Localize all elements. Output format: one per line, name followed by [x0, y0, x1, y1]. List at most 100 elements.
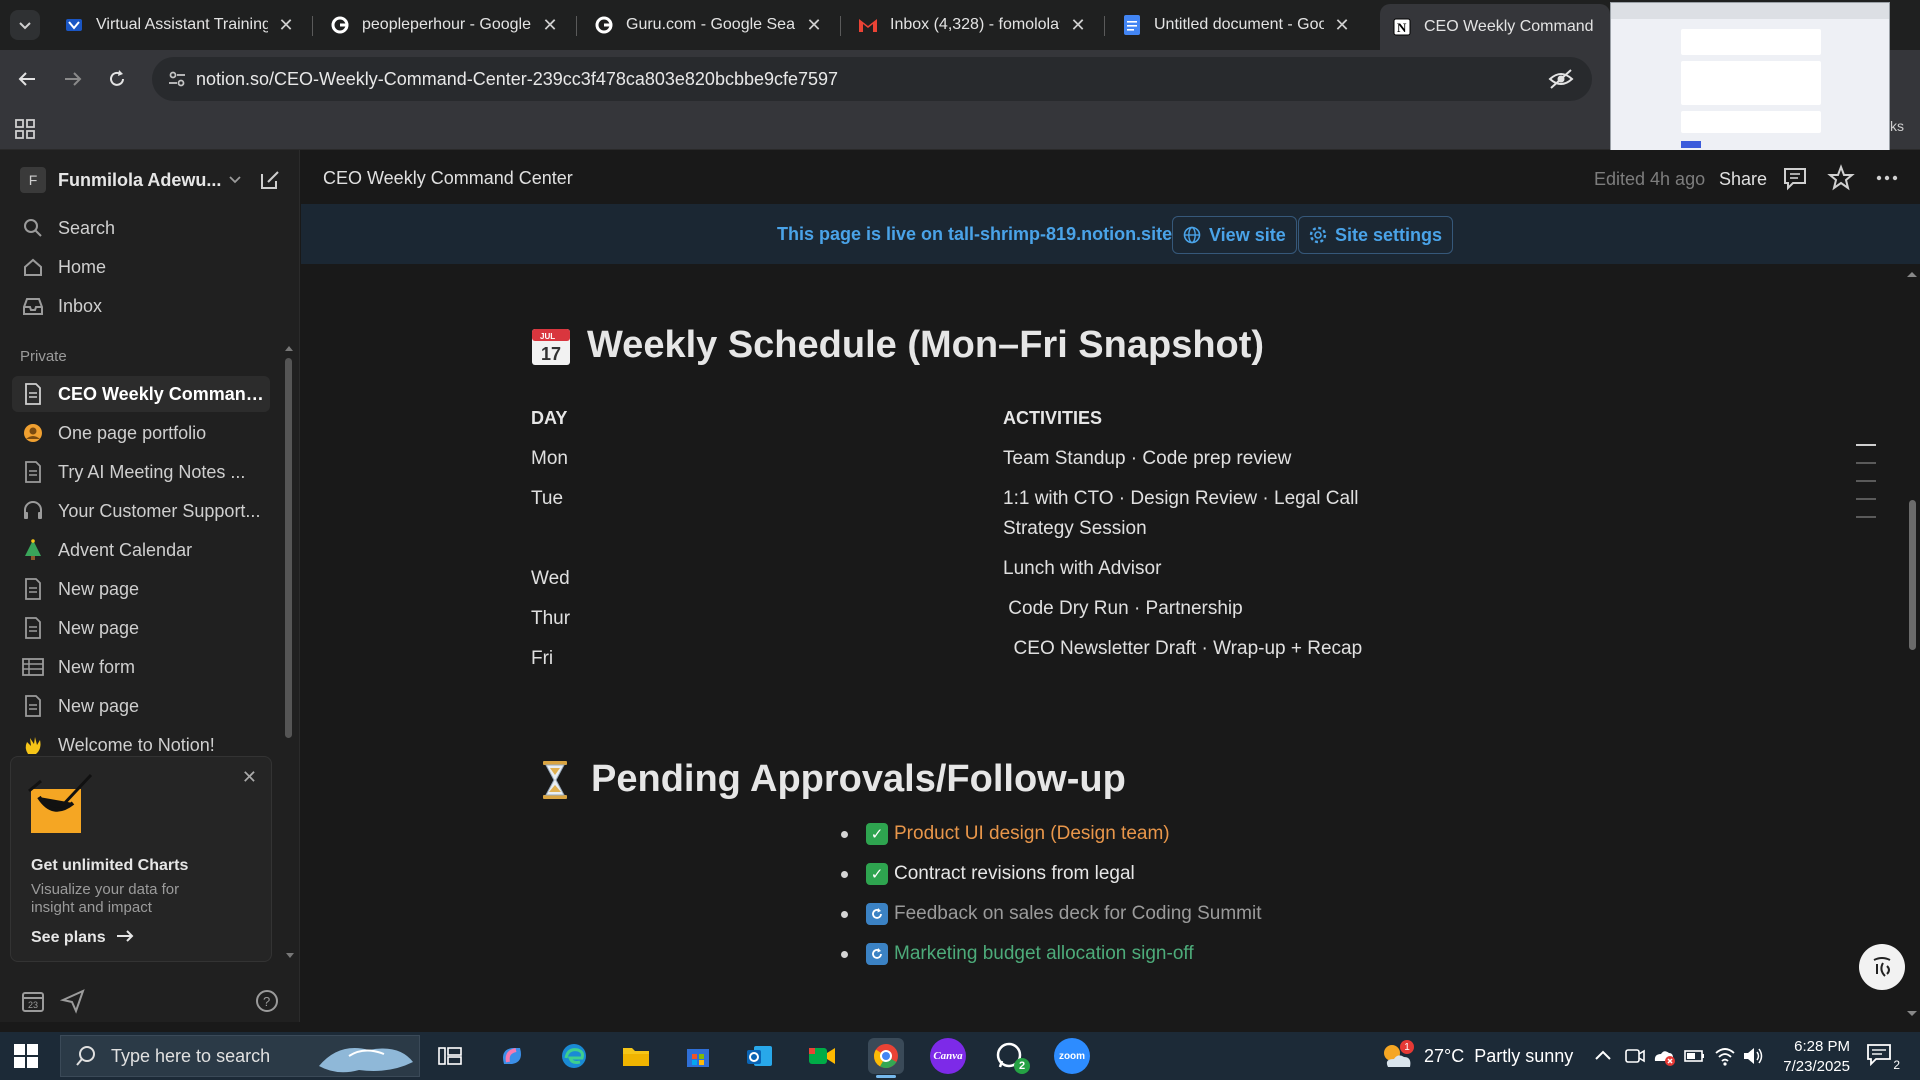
meet-app[interactable] [804, 1038, 840, 1074]
star-icon[interactable] [1827, 164, 1855, 192]
wifi-icon[interactable] [1714, 1045, 1736, 1067]
close-icon[interactable]: ✕ [1068, 15, 1088, 36]
close-icon[interactable]: ✕ [540, 15, 560, 36]
new-page-edit-icon[interactable] [258, 168, 282, 192]
sidebar-item-advent-calendar[interactable]: Advent Calendar [12, 532, 270, 568]
apps-grid-icon[interactable] [14, 118, 36, 140]
eye-off-icon[interactable] [1548, 67, 1574, 91]
schedule-heading[interactable]: JUL 17 Weekly Schedule (Mon–Fri Snapshot… [531, 324, 1264, 367]
system-clock[interactable]: 6:28 PM 7/23/2025 [1770, 1037, 1850, 1077]
sidebar-item-label: New page [58, 695, 140, 716]
close-icon[interactable]: ✕ [804, 15, 824, 36]
comment-icon[interactable] [1781, 164, 1809, 192]
windows-start-icon[interactable] [14, 1044, 38, 1068]
list-item[interactable]: Marketing budget allocation sign-off [841, 938, 1194, 970]
breadcrumb[interactable]: CEO Weekly Command Center [323, 168, 573, 189]
toc-marker[interactable] [1856, 516, 1876, 518]
more-options-icon[interactable] [1873, 164, 1901, 192]
list-item[interactable]: ✓ Contract revisions from legal [841, 858, 1135, 890]
edge-app[interactable] [556, 1038, 592, 1074]
chevron-up-icon[interactable] [1594, 1048, 1612, 1062]
zoom-app[interactable]: zoom [1054, 1038, 1090, 1074]
workspace-avatar: F [20, 167, 46, 193]
task-view-button[interactable] [432, 1038, 468, 1074]
approvals-heading[interactable]: Pending Approvals/Follow-up [535, 758, 1126, 801]
see-plans-link[interactable]: See plans [31, 929, 134, 947]
help-icon[interactable]: ? [254, 988, 280, 1014]
sidebar-item-ceo-weekly[interactable]: CEO Weekly Command ... [12, 376, 270, 412]
calendar-icon[interactable]: 23 [20, 988, 46, 1014]
sidebar-item-home[interactable]: Home [12, 249, 270, 285]
sidebar-section-private[interactable]: Private [20, 348, 67, 365]
forward-button[interactable] [56, 62, 90, 96]
schedule-activities: Lunch with Advisor [1003, 558, 1162, 579]
file-explorer-app[interactable] [618, 1038, 654, 1074]
address-bar[interactable]: notion.so/CEO-Weekly-Command-Center-239c… [152, 57, 1592, 101]
browser-tab[interactable]: Virtual Assistant Training w ✕ [52, 6, 308, 44]
sidebar-scrollbar[interactable] [284, 346, 293, 882]
weather-widget[interactable]: 1 27°C Partly sunny [1380, 1032, 1573, 1080]
site-settings-button[interactable]: Site settings [1298, 216, 1454, 254]
sidebar-item-new-page[interactable]: New page [12, 571, 270, 607]
tab-divider [576, 16, 577, 36]
sidebar-item-new-form[interactable]: New form [12, 649, 270, 685]
browser-tab[interactable]: Untitled document - Goog ✕ [1110, 6, 1364, 44]
sidebar-item-new-page[interactable]: New page [12, 688, 270, 724]
list-item[interactable]: ✓ Product UI design (Design team) [841, 818, 1170, 850]
sidebar-item-inbox[interactable]: Inbox [12, 288, 270, 324]
whatsapp-app[interactable]: 2 [992, 1038, 1030, 1074]
site-info-icon[interactable] [166, 68, 188, 90]
tab-divider [840, 16, 841, 36]
volume-icon[interactable] [1742, 1045, 1764, 1067]
onedrive-error-icon[interactable] [1652, 1045, 1676, 1067]
chrome-app[interactable] [868, 1038, 904, 1078]
canva-app[interactable]: Canva [930, 1038, 966, 1074]
toc-marker[interactable] [1856, 462, 1876, 464]
list-item[interactable]: Feedback on sales deck for Coding Summit [841, 898, 1262, 930]
sidebar-item-ai-meeting-notes[interactable]: Try AI Meeting Notes ... [12, 454, 270, 490]
tab-title: Guru.com - Google Search [626, 16, 796, 33]
browser-tab[interactable]: peopleperhour - Google Se ✕ [318, 6, 572, 44]
page-icon [20, 694, 46, 718]
share-button[interactable]: Share [1719, 169, 1767, 190]
toc-marker[interactable] [1856, 498, 1876, 500]
browser-tab-active[interactable]: N CEO Weekly Command Ce [1380, 4, 1610, 50]
microsoft-store-app[interactable] [680, 1038, 716, 1074]
copilot-app[interactable] [494, 1038, 530, 1074]
taskbar-search-box[interactable]: Type here to search [60, 1035, 420, 1077]
view-site-label: View site [1209, 224, 1286, 245]
close-icon[interactable]: ✕ [276, 15, 296, 36]
meet-now-icon[interactable] [1624, 1045, 1646, 1067]
back-button[interactable] [10, 62, 44, 96]
sidebar-item-customer-support[interactable]: Your Customer Support... [12, 493, 270, 529]
page-icon [20, 382, 46, 406]
sidebar-item-portfolio[interactable]: One page portfolio [12, 415, 270, 451]
help-assistant-button[interactable] [1859, 944, 1905, 990]
workspace-switcher[interactable]: F Funmilola Adewu... [20, 166, 242, 194]
all-bookmarks-label[interactable]: ks [1890, 118, 1904, 134]
banner-message: This page is live on tall-shrimp-819.not… [777, 224, 1173, 244]
reload-button[interactable] [100, 62, 134, 96]
battery-icon[interactable] [1684, 1046, 1706, 1066]
toc-marker-active[interactable] [1856, 444, 1876, 446]
outlook-app[interactable] [742, 1038, 778, 1074]
scroll-down-arrow[interactable] [285, 952, 295, 960]
sidebar-item-new-page[interactable]: New page [12, 610, 270, 646]
close-icon[interactable]: ✕ [242, 767, 257, 788]
close-icon[interactable]: ✕ [1332, 15, 1352, 36]
sidebar-item-search[interactable]: Search [12, 210, 270, 246]
home-icon [20, 255, 46, 279]
browser-tab[interactable]: Inbox (4,328) - fomolola90 ✕ [846, 6, 1100, 44]
last-edited-label: Edited 4h ago [1594, 169, 1706, 189]
column-header-day: DAY [531, 408, 568, 428]
globe-icon [1183, 226, 1201, 244]
view-site-button[interactable]: View site [1172, 216, 1297, 254]
browser-tab[interactable]: Guru.com - Google Search ✕ [582, 6, 836, 44]
toc-marker[interactable] [1856, 480, 1876, 482]
page-scrollbar[interactable] [1905, 264, 1919, 1022]
schedule-activities: CEO Newsletter Draft · Wrap-up + Recap [1003, 638, 1363, 659]
send-icon[interactable] [60, 988, 86, 1014]
copilot-icon [503, 1048, 521, 1064]
notification-center-button[interactable]: 2 [1866, 1042, 1900, 1072]
tab-search-button[interactable] [10, 10, 40, 40]
